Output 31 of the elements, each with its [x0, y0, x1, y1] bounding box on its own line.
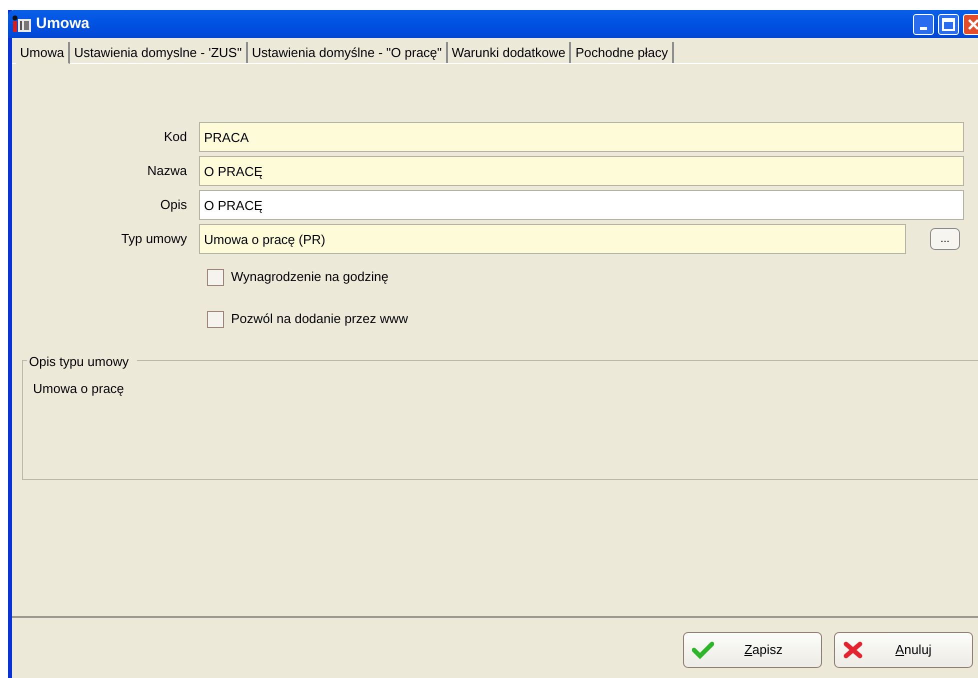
browse-button[interactable]: ...: [930, 228, 960, 250]
text-field[interactable]: O PRACĘ: [199, 156, 964, 186]
close-button[interactable]: [963, 14, 978, 34]
tab[interactable]: Umowa: [16, 42, 70, 64]
checkbox[interactable]: [207, 310, 224, 328]
field-label: Opis: [159, 196, 187, 214]
field-label: Nazwa: [146, 162, 187, 180]
tab[interactable]: Warunki dodatkowe: [448, 42, 572, 63]
text-field[interactable]: PRACA: [199, 122, 964, 152]
maximize-button[interactable]: [938, 14, 959, 34]
checkbox-label: Pozwól na dodanie przez www: [231, 310, 408, 328]
save-button[interactable]: Zapisz: [683, 632, 822, 668]
text-field[interactable]: Umowa o pracę (PR): [199, 224, 906, 254]
description-text: Umowa o pracę: [33, 380, 126, 398]
close-icon: [843, 641, 863, 659]
field-label: Typ umowy: [120, 230, 187, 248]
maximize-icon: [942, 18, 955, 30]
app-logo-icon: [12, 15, 32, 33]
checkmark-icon: [692, 641, 714, 659]
tab[interactable]: Ustawienia domyślne - "O pracę": [248, 42, 448, 63]
checkbox[interactable]: [207, 268, 224, 286]
checkbox-label: Wynagrodzenie na godzinę: [231, 268, 388, 286]
field-label: Kod: [162, 128, 187, 146]
minimize-button[interactable]: [913, 14, 934, 34]
tab[interactable]: Ustawienia domyslne - 'ZUS'': [70, 42, 248, 63]
cancel-button[interactable]: Anuluj: [834, 632, 973, 668]
tab[interactable]: Pochodne płacy: [571, 42, 674, 63]
text-field[interactable]: O PRACĘ: [199, 190, 964, 220]
close-icon: [967, 18, 978, 30]
minimize-icon: [920, 26, 927, 30]
window-title: Umowa: [36, 14, 90, 34]
